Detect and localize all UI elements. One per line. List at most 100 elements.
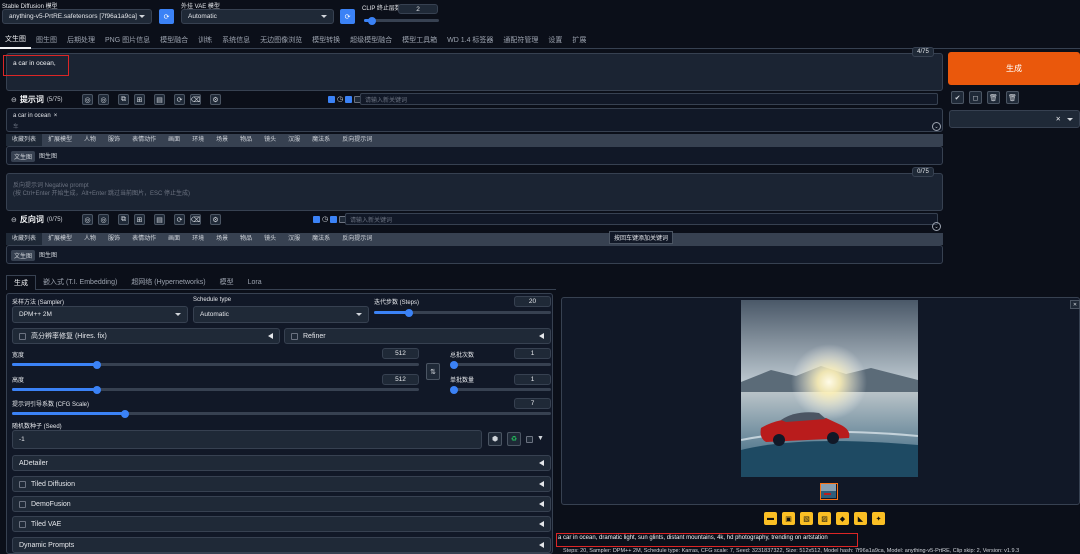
sub-tab-0[interactable]: 文生图 bbox=[11, 151, 36, 162]
category-tab-4[interactable]: 表情动作 bbox=[126, 233, 162, 245]
history-button[interactable]: ▤ bbox=[154, 214, 165, 225]
accordion-checkbox[interactable] bbox=[19, 480, 26, 488]
option-checkbox[interactable] bbox=[330, 215, 338, 223]
tab-1[interactable]: 图生图 bbox=[31, 35, 62, 45]
styles-select[interactable]: ✕ bbox=[949, 110, 1080, 128]
swap-dimensions-button[interactable]: ⇅ bbox=[426, 363, 440, 380]
category-tab-9[interactable]: 镜头 bbox=[258, 233, 282, 245]
category-tab-3[interactable]: 服饰 bbox=[102, 134, 126, 146]
steps-value[interactable]: 20 bbox=[514, 296, 551, 307]
gen-tab-0[interactable]: 生成 bbox=[6, 274, 36, 290]
zip-button[interactable]: ▧ bbox=[800, 512, 813, 525]
copy-button[interactable]: ⧉ bbox=[118, 214, 129, 225]
paste-button[interactable]: ⊞ bbox=[134, 214, 145, 225]
tab-6[interactable]: 系统信息 bbox=[217, 35, 255, 45]
batch-size-slider-thumb[interactable] bbox=[450, 385, 458, 394]
accordion-3[interactable]: Tiled VAE bbox=[12, 516, 551, 532]
category-tab-5[interactable]: 画面 bbox=[162, 134, 186, 146]
gen-tab-4[interactable]: Lora bbox=[241, 277, 269, 288]
category-tab-5[interactable]: 画面 bbox=[162, 233, 186, 245]
category-tab-8[interactable]: 物品 bbox=[234, 134, 258, 146]
tab-14[interactable]: 扩展 bbox=[567, 35, 591, 45]
tab-2[interactable]: 后期处理 bbox=[62, 35, 100, 45]
cfg-value[interactable]: 7 bbox=[514, 398, 551, 409]
category-tab-6[interactable]: 环境 bbox=[186, 233, 210, 245]
random-seed-button[interactable]: ⬢ bbox=[488, 432, 502, 446]
translate-button[interactable]: ◎ bbox=[82, 94, 93, 105]
batch-count-slider[interactable] bbox=[450, 360, 551, 369]
category-tab-3[interactable]: 服饰 bbox=[102, 233, 126, 245]
prompt-textarea[interactable]: a car in ocean, bbox=[6, 53, 943, 91]
tab-13[interactable]: 设置 bbox=[543, 35, 567, 45]
refresh-checkpoint-button[interactable]: ⟳ bbox=[159, 9, 174, 24]
delete-style-button[interactable]: 🗑 bbox=[987, 91, 1000, 104]
settings-button[interactable]: ⚙ bbox=[210, 214, 221, 225]
accordion-checkbox[interactable] bbox=[19, 520, 26, 528]
height-slider[interactable] bbox=[12, 385, 419, 394]
sub-tab-1[interactable]: 图生图 bbox=[39, 250, 57, 261]
refiner-accordion[interactable]: Refiner bbox=[284, 328, 551, 344]
category-tab-12[interactable]: 反向提示词 bbox=[336, 233, 378, 245]
enhance-button[interactable]: ✦ bbox=[872, 512, 885, 525]
gen-tab-3[interactable]: 模型 bbox=[213, 275, 241, 289]
apply-style-button[interactable]: ✔ bbox=[951, 91, 964, 104]
steps-slider[interactable] bbox=[374, 308, 551, 317]
gallery-thumbnail[interactable] bbox=[820, 483, 838, 500]
copy-button[interactable]: ⧉ bbox=[118, 94, 129, 105]
send-extras-button[interactable]: ◣ bbox=[854, 512, 867, 525]
category-tab-2[interactable]: 人物 bbox=[78, 134, 102, 146]
vae-select[interactable]: Automatic bbox=[181, 9, 334, 24]
tab-8[interactable]: 模型转换 bbox=[307, 35, 345, 45]
cfg-slider[interactable] bbox=[12, 409, 551, 418]
sub-tab-0[interactable]: 文生图 bbox=[11, 250, 36, 261]
category-tab-4[interactable]: 表情动作 bbox=[126, 134, 162, 146]
tab-5[interactable]: 训练 bbox=[193, 35, 217, 45]
close-icon[interactable]: × bbox=[54, 113, 58, 119]
hires-checkbox[interactable] bbox=[19, 332, 26, 340]
category-tab-9[interactable]: 镜头 bbox=[258, 134, 282, 146]
clear-style-button[interactable]: 🗑 bbox=[1006, 91, 1019, 104]
open-folder-button[interactable]: ▬ bbox=[764, 512, 777, 525]
tab-12[interactable]: 通配符管理 bbox=[498, 35, 543, 45]
settings-button[interactable]: ⚙ bbox=[210, 94, 221, 105]
cfg-slider-thumb[interactable] bbox=[121, 409, 130, 418]
category-tab-6[interactable]: 环境 bbox=[186, 134, 210, 146]
tab-7[interactable]: 无边图像浏览 bbox=[255, 35, 307, 45]
category-tab-8[interactable]: 物品 bbox=[234, 233, 258, 245]
reload-button[interactable]: ⟳ bbox=[174, 94, 185, 105]
option-checkbox[interactable] bbox=[345, 95, 353, 103]
height-value[interactable]: 512 bbox=[382, 374, 419, 385]
tab-10[interactable]: 模型工具箱 bbox=[397, 35, 442, 45]
category-tab-1[interactable]: 扩展模型 bbox=[42, 233, 78, 245]
sampler-select[interactable]: DPM++ 2M bbox=[12, 306, 188, 323]
negative-textarea[interactable]: 反向提示词 Negative prompt (按 Ctrl+Enter 开始生成… bbox=[6, 173, 943, 211]
tab-4[interactable]: 模型融合 bbox=[155, 35, 193, 45]
option-checkbox[interactable] bbox=[328, 95, 335, 103]
expand-icon[interactable]: ⌄ bbox=[932, 122, 941, 131]
expand-icon[interactable]: ⌄ bbox=[932, 222, 941, 231]
accordion-2[interactable]: DemoFusion bbox=[12, 496, 551, 512]
collapse-icon[interactable]: ⊖ bbox=[11, 216, 17, 224]
gen-tab-2[interactable]: 超网络 (Hypernetworks) bbox=[124, 275, 212, 289]
category-tab-11[interactable]: 魔法系 bbox=[306, 233, 336, 245]
tab-9[interactable]: 超级模型融合 bbox=[345, 35, 397, 45]
refresh-vae-button[interactable]: ⟳ bbox=[340, 9, 355, 24]
schedule-select[interactable]: Automatic bbox=[193, 306, 369, 323]
category-tab-7[interactable]: 场景 bbox=[210, 233, 234, 245]
accordion-0[interactable]: ADetailer bbox=[12, 455, 551, 471]
clear-button[interactable]: ⌫ bbox=[190, 214, 201, 225]
category-tab-7[interactable]: 场景 bbox=[210, 134, 234, 146]
batch-count-slider-thumb[interactable] bbox=[450, 360, 458, 369]
accordion-1[interactable]: Tiled Diffusion bbox=[12, 476, 551, 492]
clip-slider-thumb[interactable] bbox=[367, 16, 376, 25]
prompt-keyword-input[interactable]: 请输入新关键词 bbox=[360, 93, 938, 105]
category-tab-1[interactable]: 扩展模型 bbox=[42, 134, 78, 146]
seed-input[interactable]: -1 bbox=[12, 430, 482, 449]
category-tab-2[interactable]: 人物 bbox=[78, 233, 102, 245]
send-img2img-button[interactable]: ▨ bbox=[818, 512, 831, 525]
close-icon[interactable]: ✕ bbox=[1070, 300, 1080, 309]
checkpoint-select[interactable]: anything-v5-PrtRE.safetensors [7f96a1a9c… bbox=[2, 9, 152, 24]
close-icon[interactable]: ✕ bbox=[1056, 115, 1061, 123]
category-tab-11[interactable]: 魔法系 bbox=[306, 134, 336, 146]
width-value[interactable]: 512 bbox=[382, 348, 419, 359]
